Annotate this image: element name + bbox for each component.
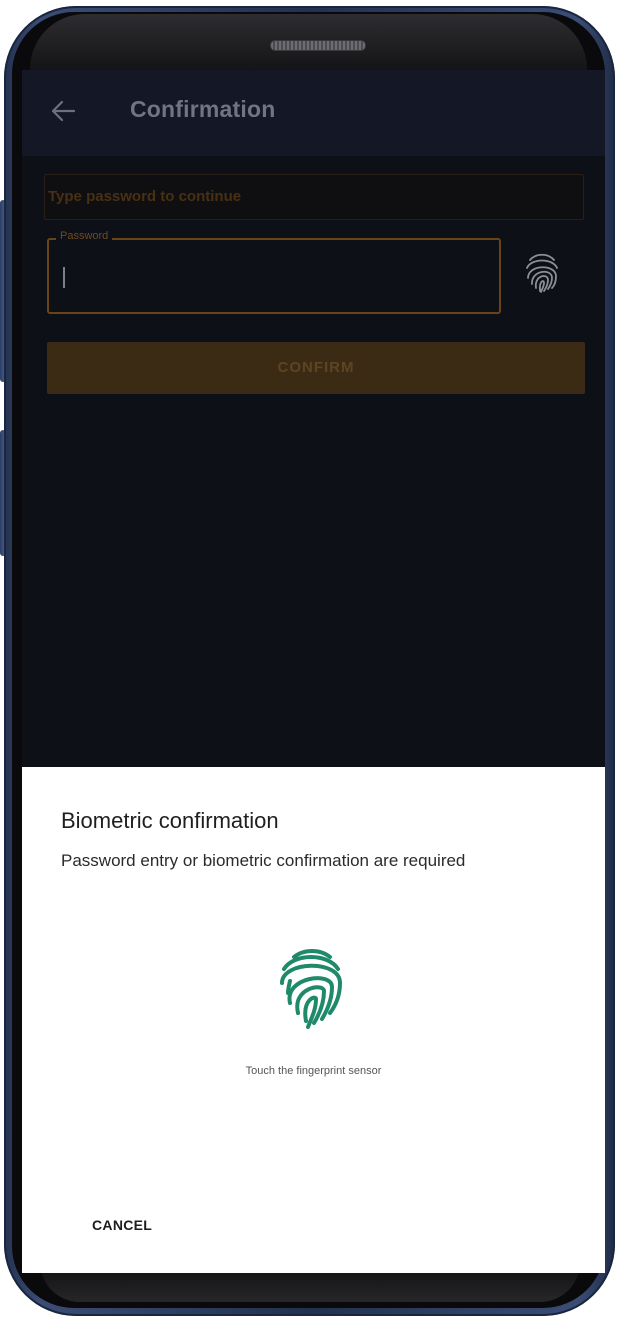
fingerprint-icon [280, 949, 343, 1029]
page-root: Confirmation Type password to continue P… [0, 0, 617, 1322]
dialog-subtitle: Password entry or biometric confirmation… [61, 851, 466, 870]
phone-screen: Confirmation Type password to continue P… [22, 70, 605, 1273]
page-title: Confirmation [130, 96, 276, 122]
confirm-button[interactable]: CONFIRM [47, 342, 585, 394]
instruction-text: Type password to continue [48, 188, 242, 205]
cancel-button[interactable]: CANCEL [82, 1207, 172, 1243]
speaker-grille [270, 40, 366, 51]
dialog-title: Biometric confirmation [61, 808, 279, 833]
back-arrow-icon[interactable] [50, 98, 76, 124]
app-bar: Confirmation [22, 70, 605, 156]
text-caret [63, 267, 65, 288]
confirm-button-label: CONFIRM [277, 359, 355, 376]
biometric-dialog: Biometric confirmation Password entry or… [22, 767, 605, 1273]
sensor-hint-text: Touch the fingerprint sensor [245, 1065, 382, 1077]
password-input[interactable] [58, 260, 492, 298]
password-field-label: Password [56, 230, 113, 242]
cancel-button-label: CANCEL [92, 1217, 153, 1233]
fingerprint-icon[interactable] [522, 250, 562, 294]
